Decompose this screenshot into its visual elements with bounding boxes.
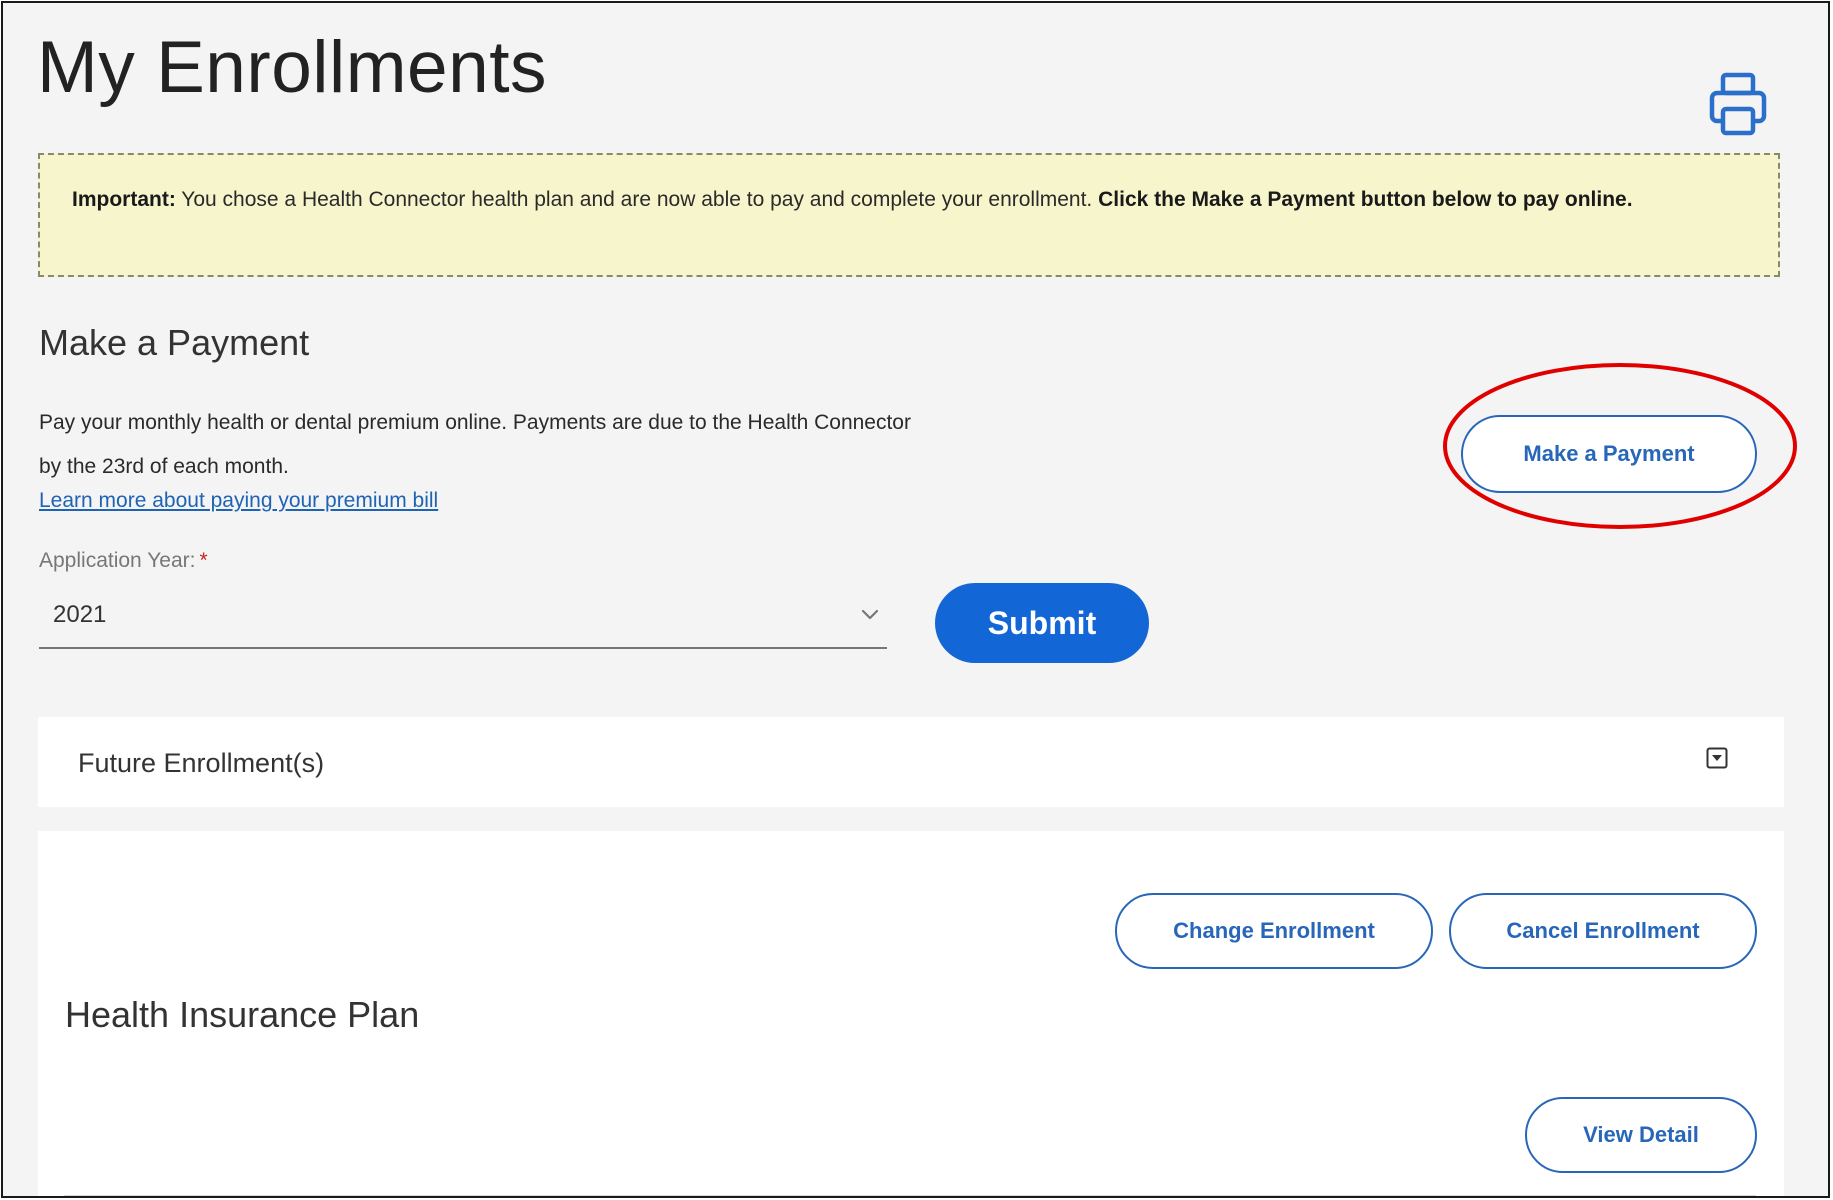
- payment-description: Pay your monthly health or dental premiu…: [39, 401, 1239, 489]
- notice-emphasis: Click the Make a Payment button below to…: [1098, 188, 1633, 211]
- change-enrollment-button[interactable]: Change Enrollment: [1115, 893, 1433, 969]
- make-payment-button[interactable]: Make a Payment: [1461, 415, 1757, 493]
- future-enrollments-panel[interactable]: Future Enrollment(s): [38, 717, 1784, 807]
- application-year-value: 2021: [53, 601, 107, 628]
- cancel-enrollment-button[interactable]: Cancel Enrollment: [1449, 893, 1757, 969]
- application-year-select[interactable]: 2021: [39, 589, 887, 649]
- payment-section-title: Make a Payment: [39, 322, 310, 363]
- future-enrollments-title: Future Enrollment(s): [78, 748, 325, 778]
- required-asterisk: *: [199, 549, 208, 572]
- learn-more-link[interactable]: Learn more about paying your premium bil…: [39, 481, 438, 521]
- plan-detail-box: [64, 1195, 1756, 1196]
- application-year-label: Application Year: *: [39, 541, 208, 581]
- notice-label: Important:: [72, 188, 176, 211]
- payment-description-line1: Pay your monthly health or dental premiu…: [39, 411, 911, 434]
- view-detail-button[interactable]: View Detail: [1525, 1097, 1757, 1173]
- collapse-toggle-icon[interactable]: [1706, 747, 1728, 769]
- page-frame: My Enrollments Important: You chose a He…: [1, 1, 1830, 1198]
- page-title: My Enrollments: [37, 27, 548, 108]
- notice-text: You chose a Health Connector health plan…: [175, 188, 1099, 211]
- health-plan-panel: Health Insurance Plan: [38, 831, 1784, 1196]
- submit-button[interactable]: Submit: [935, 583, 1149, 663]
- printer-icon: [1709, 71, 1767, 137]
- chevron-down-icon: [859, 603, 881, 625]
- important-notice: Important: You chose a Health Connector …: [38, 153, 1780, 277]
- print-button[interactable]: [1709, 71, 1767, 137]
- application-year-label-text: Application Year:: [39, 549, 196, 572]
- health-plan-title: Health Insurance Plan: [65, 994, 420, 1035]
